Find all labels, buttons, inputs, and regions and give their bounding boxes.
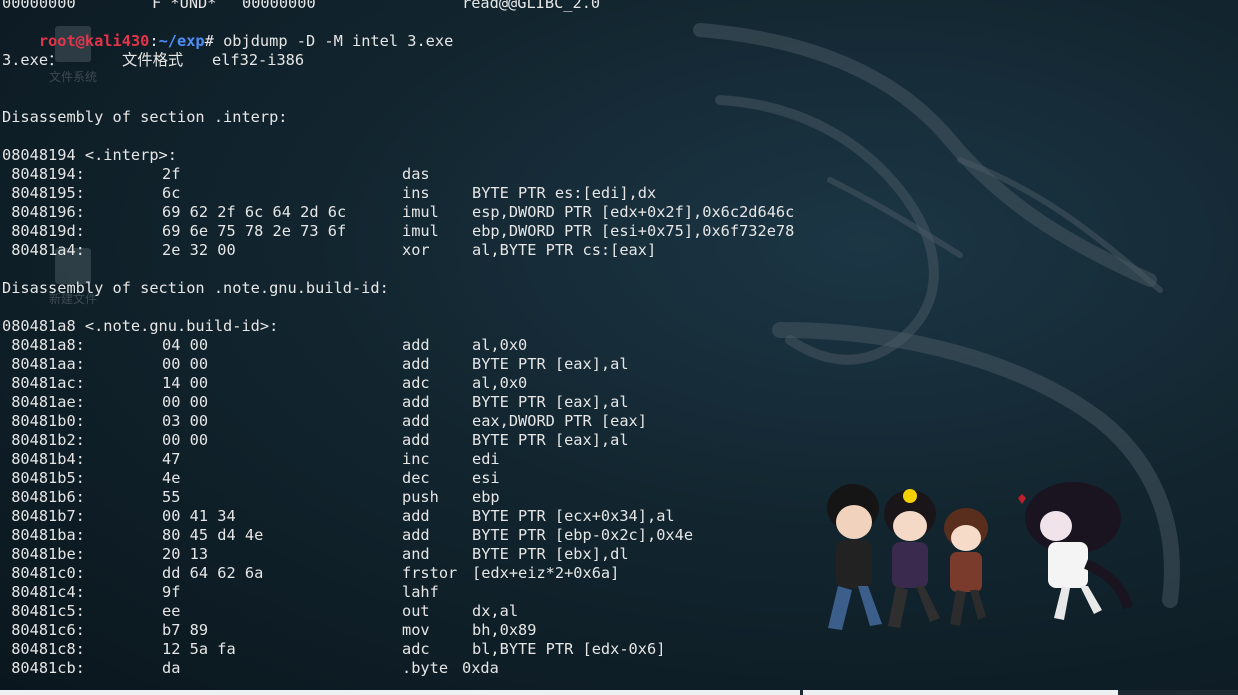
disasm-row: 80481aa: 00 00 add BYTE PTR [eax],al: [2, 355, 629, 373]
disasm-row: 80481b5: 4e dec esi: [2, 469, 500, 487]
disasm-row: 80481a4: 2e 32 00 xor al,BYTE PTR cs:[ea…: [2, 241, 657, 259]
disasm-row: 80481ba: 80 45 d4 4e add BYTE PTR [ebp-0…: [2, 526, 694, 544]
section-symbol: 08048194 <.interp>:: [2, 146, 177, 164]
disasm-row: 80481b2: 00 00 add BYTE PTR [eax],al: [2, 431, 629, 449]
disasm-row: 80481a8: 04 00 add al,0x0: [2, 336, 528, 354]
taskbar-window-tab[interactable]: [803, 690, 1118, 695]
disasm-row: 80481c8: 12 5a fa adc bl,BYTE PTR [edx-0…: [2, 640, 666, 658]
file-format-line: 3.exe： 文件格式 elf32-i386: [2, 51, 305, 69]
disasm-row: 80481b6: 55 push ebp: [2, 488, 500, 506]
disasm-row: 80481c5: ee out dx,al: [2, 602, 519, 620]
taskbar-window-tab[interactable]: [0, 690, 800, 695]
disasm-row: 80481b4: 47 inc edi: [2, 450, 500, 468]
disasm-row: 8048195: 6c ins BYTE PTR es:[edi],dx: [2, 184, 657, 202]
disasm-row: 80481c4: 9f lahf: [2, 583, 439, 601]
disasm-row: 804819d: 69 6e 75 78 2e 73 6f imul ebp,D…: [2, 222, 795, 240]
disasm-row: 80481ae: 00 00 add BYTE PTR [eax],al: [2, 393, 629, 411]
disasm-row: 80481c6: b7 89 mov bh,0x89: [2, 621, 537, 639]
section-header: Disassembly of section .interp:: [2, 108, 288, 126]
prompt-path: ~/exp: [158, 32, 205, 50]
taskbar[interactable]: [0, 690, 1238, 695]
prompt-user-host: root@kali430: [38, 32, 150, 50]
disasm-row: 80481c0: dd 64 62 6a frstor [edx+eiz*2+0…: [2, 564, 620, 582]
disasm-row: 8048194: 2f das: [2, 165, 430, 183]
prompt-symbol: #: [204, 32, 214, 50]
terminal-line-partial: 00000000 F *UND* 00000000 read@@GLIBC_2.…: [2, 0, 601, 12]
disasm-row: 80481be: 20 13 and BYTE PTR [ebx],dl: [2, 545, 629, 563]
disasm-row: 80481ac: 14 00 adc al,0x0: [2, 374, 528, 392]
section-header: Disassembly of section .note.gnu.build-i…: [2, 279, 389, 297]
disasm-row: 80481b7: 00 41 34 add BYTE PTR [ecx+0x34…: [2, 507, 675, 525]
prompt-separator: :: [149, 32, 159, 50]
terminal-prompt-line: root@kali430:~/exp# objdump -D -M intel …: [2, 13, 453, 50]
terminal-output[interactable]: 00000000 F *UND* 00000000 read@@GLIBC_2.…: [0, 0, 1238, 690]
disasm-row: 80481b0: 03 00 add eax,DWORD PTR [eax]: [2, 412, 647, 430]
disasm-row: 8048196: 69 62 2f 6c 64 2d 6c imul esp,D…: [2, 203, 795, 221]
section-symbol: 080481a8 <.note.gnu.build-id>:: [2, 317, 279, 335]
disasm-row: 80481cb: da .byte 0xda: [2, 659, 499, 677]
prompt-command: objdump -D -M intel 3.exe: [213, 32, 454, 50]
